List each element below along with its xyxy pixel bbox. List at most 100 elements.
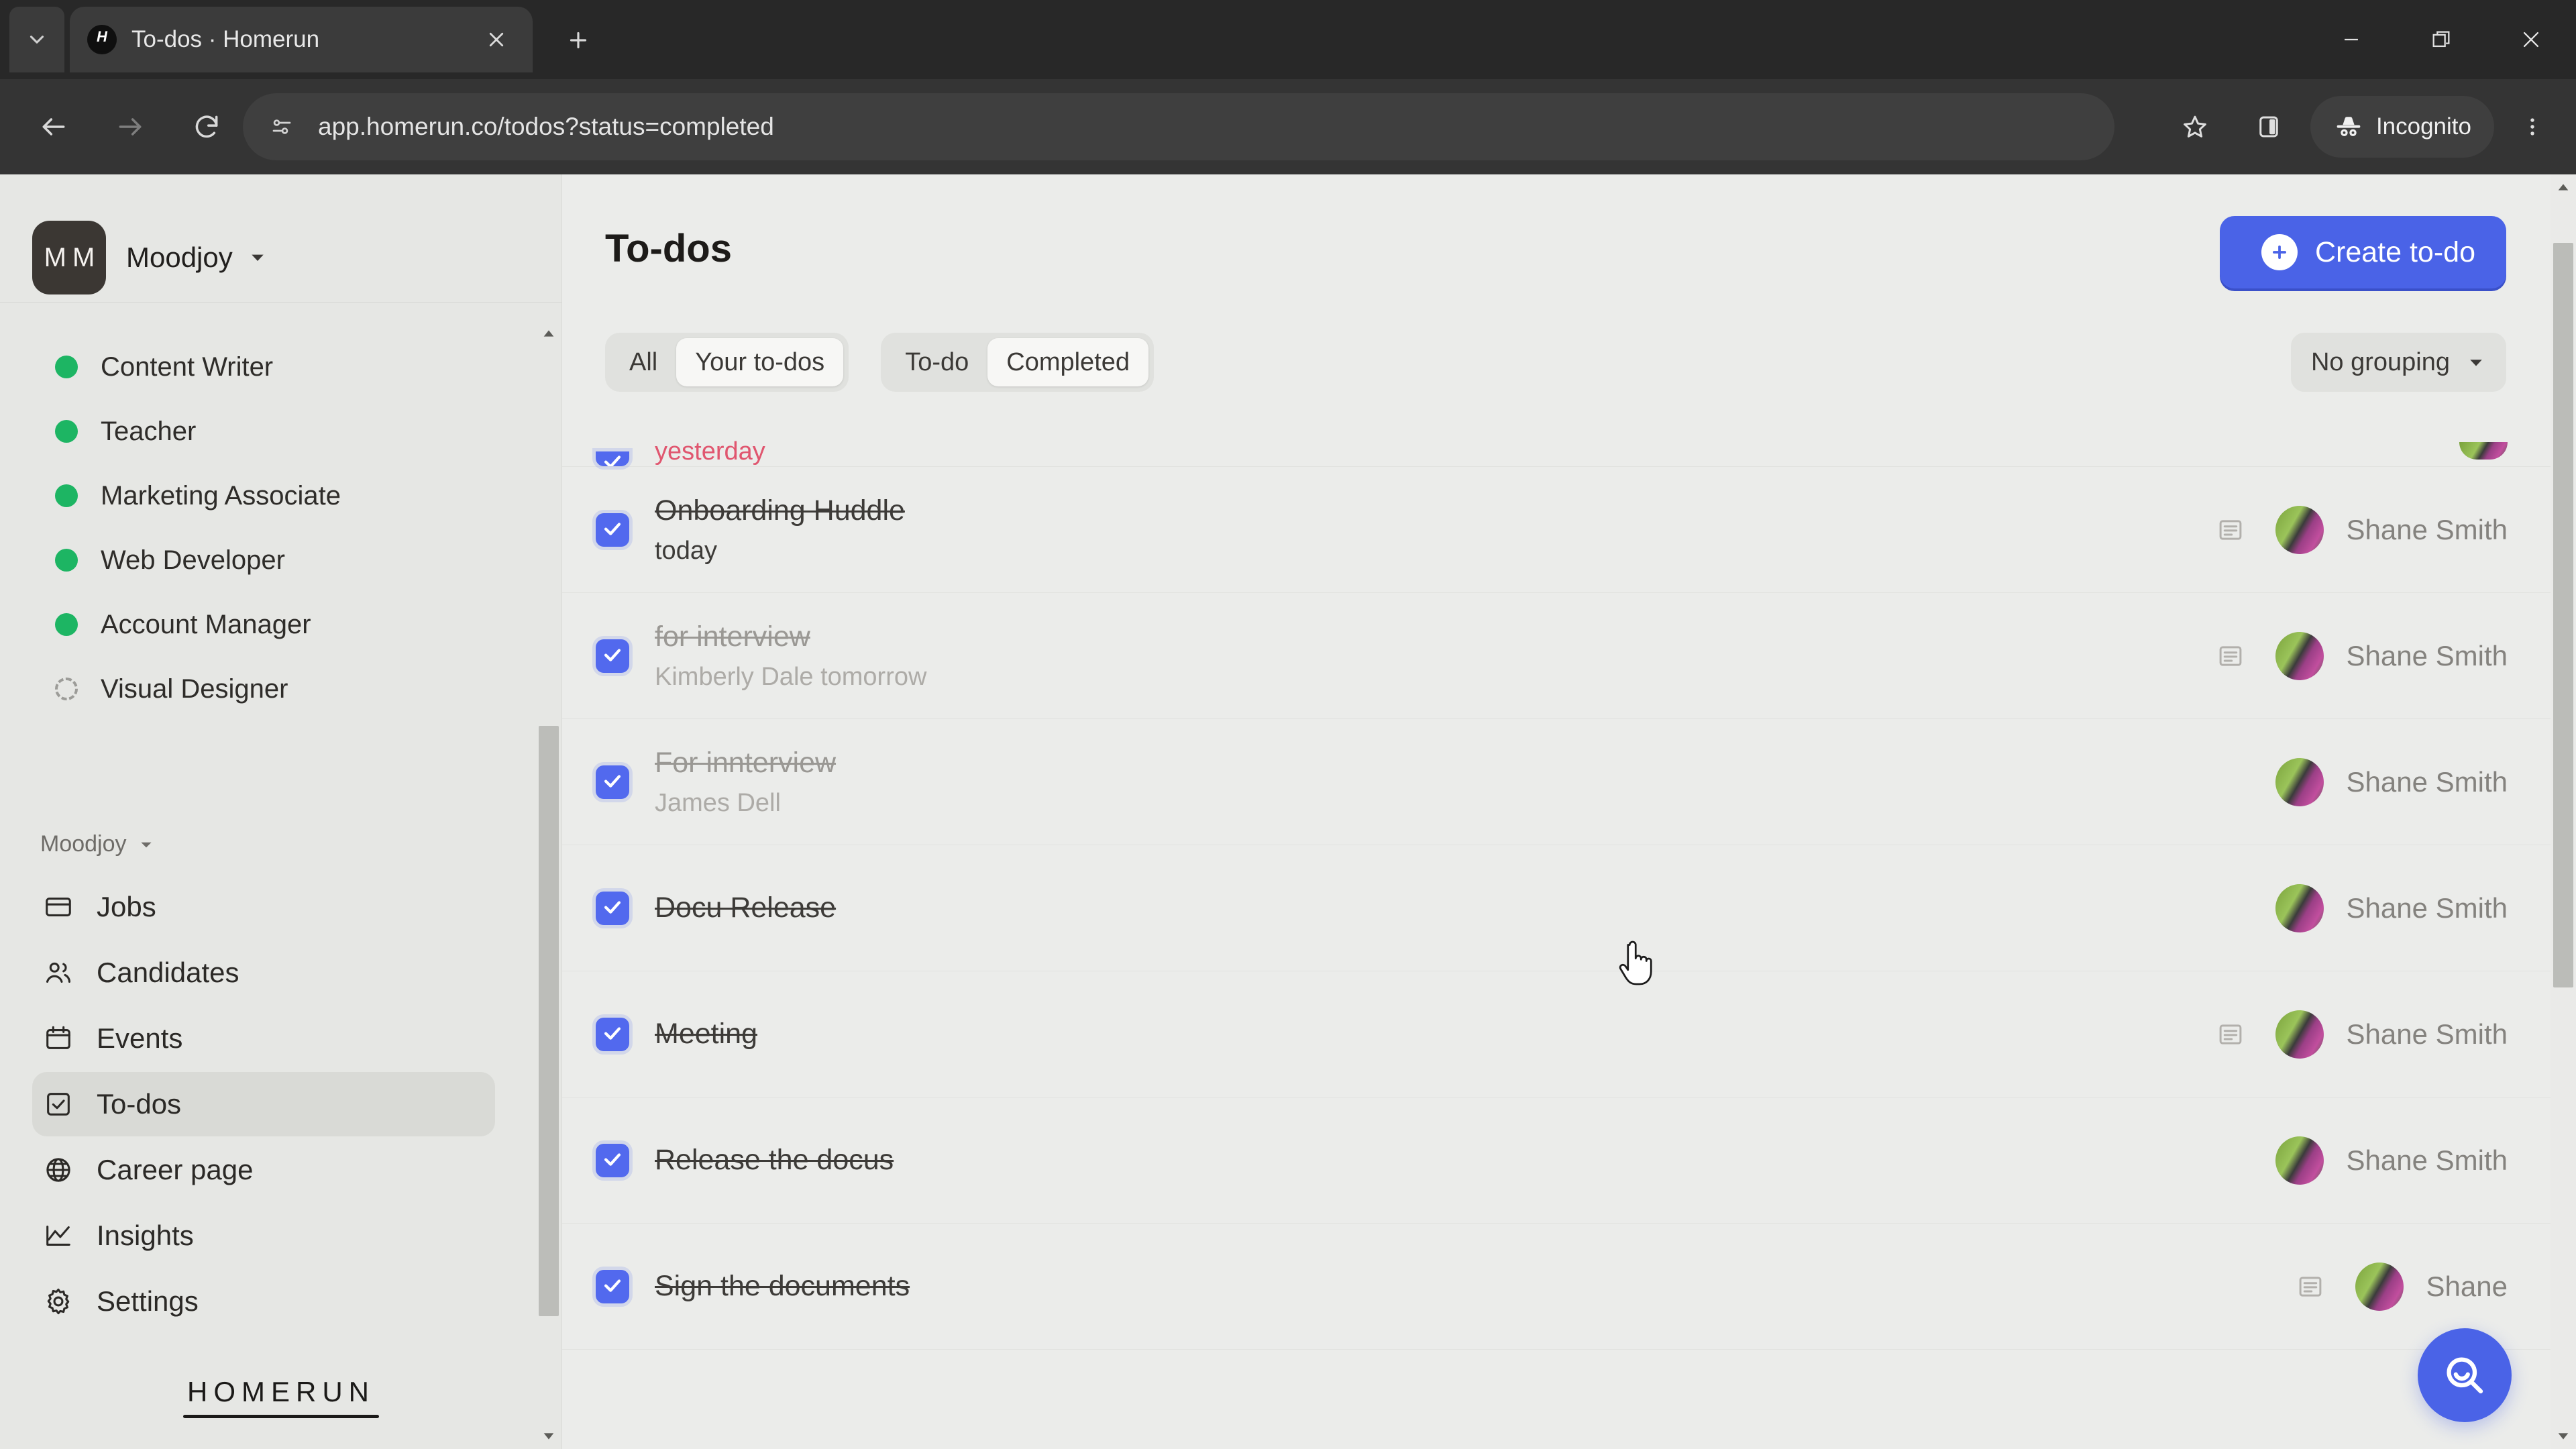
assignee-name: Shane Smith — [2346, 892, 2508, 924]
browser-tab[interactable]: H To-dos · Homerun — [70, 7, 533, 72]
table-row[interactable]: Meeting Shane Smith — [562, 971, 2551, 1097]
create-todo-label: Create to-do — [2314, 235, 2475, 268]
star-icon — [2184, 115, 2206, 138]
main-scroll-track[interactable] — [2551, 200, 2576, 1424]
search-tabs-button[interactable] — [9, 7, 64, 72]
chevron-down-icon — [2470, 360, 2482, 366]
sidebar-job-label: Visual Designer — [101, 674, 288, 704]
three-dot-menu-icon — [2530, 118, 2534, 136]
table-row[interactable]: Docu Release Shane Smith — [562, 845, 2551, 971]
address-bar-text: app.homerun.co/todos?status=completed — [318, 113, 774, 140]
filter-all[interactable]: All — [610, 338, 676, 386]
window-controls — [2306, 0, 2576, 79]
table-row[interactable]: for interview Kimberly Dale tomorrow Sha… — [562, 593, 2551, 719]
filter-todo[interactable]: To-do — [886, 338, 987, 386]
todo-title: Docu Release — [655, 892, 837, 924]
main-scroll-up-button[interactable] — [2551, 174, 2576, 200]
note-icon[interactable] — [2215, 515, 2246, 545]
main-scroll-down-button[interactable] — [2551, 1424, 2576, 1449]
check-icon — [604, 522, 621, 535]
workspace-name: Moodjoy — [126, 241, 233, 273]
todo-texts: for interview Kimberly Dale tomorrow — [655, 621, 2215, 692]
sidebar-item-settings[interactable]: Settings — [32, 1269, 495, 1334]
todo-meta: Shane Smith — [2215, 631, 2508, 680]
note-icon[interactable] — [2215, 1019, 2246, 1050]
sidebar-scroll-track[interactable] — [536, 346, 561, 1424]
side-panel-button[interactable] — [2237, 95, 2301, 159]
sidebar-item-to-dos[interactable]: To-dos — [32, 1072, 495, 1136]
browser-toolbar: app.homerun.co/todos?status=completed In… — [0, 79, 2576, 174]
homerun-favicon: H — [87, 25, 117, 54]
table-row[interactable]: Onboarding Huddle today Shane Smith — [562, 467, 2551, 593]
maximize-button[interactable] — [2396, 0, 2486, 79]
sidebar-nav-group-header[interactable]: Moodjoy — [32, 831, 561, 857]
profile-incognito-button[interactable]: Incognito — [2310, 96, 2494, 158]
sidebar-job-item[interactable]: Teacher — [0, 399, 561, 464]
sidebar-scrollbar[interactable] — [536, 321, 561, 1449]
sidebar-scroll-up-button[interactable] — [536, 321, 561, 346]
sidebar-item-insights[interactable]: Insights — [32, 1203, 495, 1268]
site-settings-button[interactable] — [260, 105, 303, 148]
table-row[interactable]: For innterview James Dell Shane Smith — [562, 719, 2551, 845]
sidebar-scroll-thumb[interactable] — [539, 726, 559, 1316]
minimize-button[interactable] — [2306, 0, 2396, 79]
bookmark-button[interactable] — [2163, 95, 2227, 159]
main-scrollbar[interactable] — [2551, 174, 2576, 1449]
sidebar-item-events[interactable]: Events — [32, 1006, 495, 1071]
chevron-down-icon — [140, 842, 152, 847]
todo-meta — [2399, 435, 2508, 466]
todo-checkbox[interactable] — [596, 451, 629, 466]
search-fab-button[interactable] — [2418, 1328, 2512, 1422]
assignee-name: Shane Smith — [2346, 765, 2508, 798]
new-tab-button[interactable] — [557, 19, 600, 62]
todo-title: Meeting — [655, 1018, 757, 1050]
address-bar[interactable]: app.homerun.co/todos?status=completed — [243, 93, 2114, 160]
sidebar-item-career-page[interactable]: Career page — [32, 1138, 495, 1202]
sidebar-item-jobs[interactable]: Jobs — [32, 875, 495, 939]
filter-your-todos[interactable]: Your to-dos — [676, 338, 844, 386]
sidebar-job-item[interactable]: Web Developer — [0, 528, 561, 592]
table-row[interactable]: Sign the documents Shane — [562, 1224, 2551, 1350]
todo-meta: Shane Smith — [2215, 1136, 2508, 1185]
checkbox-icon — [40, 1086, 76, 1122]
favicon-letter: H — [97, 28, 107, 45]
browser-menu-button[interactable] — [2504, 95, 2561, 159]
todo-checkbox[interactable] — [596, 1269, 629, 1303]
todo-checkbox[interactable] — [596, 765, 629, 799]
homerun-logo: HOMERUN — [0, 1376, 562, 1418]
check-icon — [604, 1279, 621, 1292]
forward-button[interactable] — [98, 95, 162, 159]
job-status-dot — [55, 484, 78, 507]
workspace-switcher[interactable]: M M Moodjoy — [0, 174, 561, 302]
reload-button[interactable] — [174, 95, 239, 159]
todo-checkbox[interactable] — [596, 1143, 629, 1177]
sidebar-job-item[interactable]: Content Writer — [0, 335, 561, 399]
job-status-dot — [55, 549, 78, 572]
app-sidebar: M M Moodjoy Content Writer Teacher Marke… — [0, 174, 562, 1449]
todo-checkbox[interactable] — [596, 513, 629, 547]
calendar-icon — [40, 1020, 76, 1057]
sidebar-job-item[interactable]: Account Manager — [0, 592, 561, 657]
sidebar-job-item[interactable]: Visual Designer — [0, 657, 561, 721]
todo-checkbox[interactable] — [596, 639, 629, 673]
back-button[interactable] — [21, 95, 86, 159]
maximize-icon — [2432, 31, 2450, 48]
sidebar-job-item[interactable]: Marketing Associate — [0, 464, 561, 528]
close-tab-button[interactable] — [478, 21, 515, 58]
table-row[interactable]: yesterday — [562, 402, 2551, 467]
main-scroll-thumb[interactable] — [2553, 243, 2573, 987]
sidebar-item-label: Insights — [97, 1220, 194, 1251]
sidebar-item-candidates[interactable]: Candidates — [32, 941, 495, 1005]
note-icon[interactable] — [2215, 641, 2246, 672]
todo-checkbox[interactable] — [596, 891, 629, 925]
todo-title: For innterview — [655, 746, 837, 779]
table-row[interactable]: Release the docus Shane Smith — [562, 1097, 2551, 1224]
create-todo-button[interactable]: Create to-do — [2219, 216, 2506, 288]
close-window-button[interactable] — [2486, 0, 2576, 79]
sidebar-scroll-down-button[interactable] — [536, 1424, 561, 1449]
todo-checkbox[interactable] — [596, 1017, 629, 1051]
grouping-dropdown[interactable]: No grouping — [2290, 333, 2506, 392]
job-status-dot — [55, 356, 78, 378]
filter-completed[interactable]: Completed — [987, 338, 1149, 386]
note-icon[interactable] — [2295, 1271, 2326, 1302]
